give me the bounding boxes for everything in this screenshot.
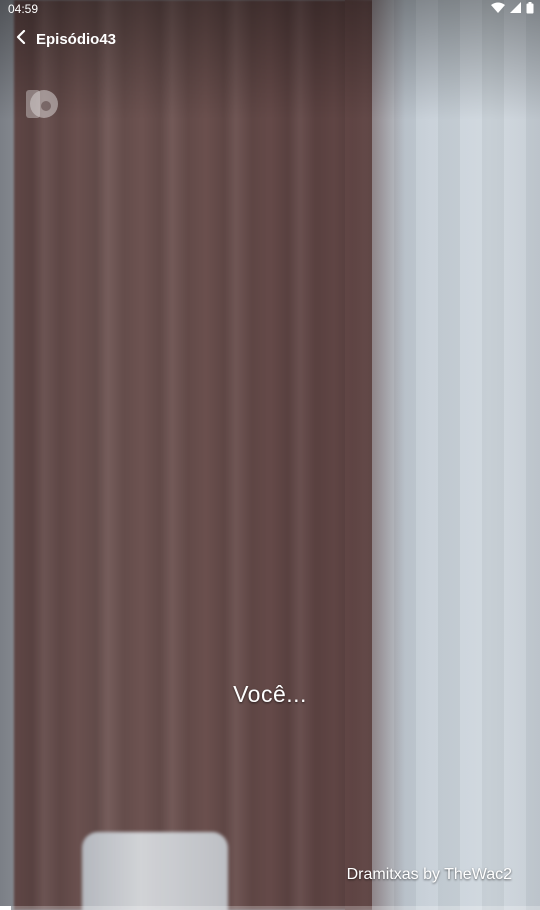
top-gradient [0,0,540,120]
video-player-screen[interactable]: 04:59 Episódio43 Você... Dramitxas by Th… [0,0,540,910]
chevron-left-icon [16,29,26,48]
status-icons [491,1,534,17]
status-time: 04:59 [8,2,39,16]
channel-logo-icon [22,84,60,124]
progress-bar[interactable] [0,906,540,910]
subtitle-text: Você... [233,681,307,707]
curtain-edge [345,0,405,910]
signal-icon [510,2,521,16]
status-bar: 04:59 [0,0,540,18]
episode-title: Episódio43 [36,30,117,48]
back-button[interactable]: Episódio43 [16,29,117,48]
curtain-background [14,0,380,910]
wifi-icon [491,2,505,16]
cup-foreground [82,832,228,910]
watermark-text: Dramitxas by TheWac2 [346,866,512,883]
video-frame[interactable] [0,0,540,910]
progress-fill [0,906,11,910]
battery-icon [526,1,534,17]
